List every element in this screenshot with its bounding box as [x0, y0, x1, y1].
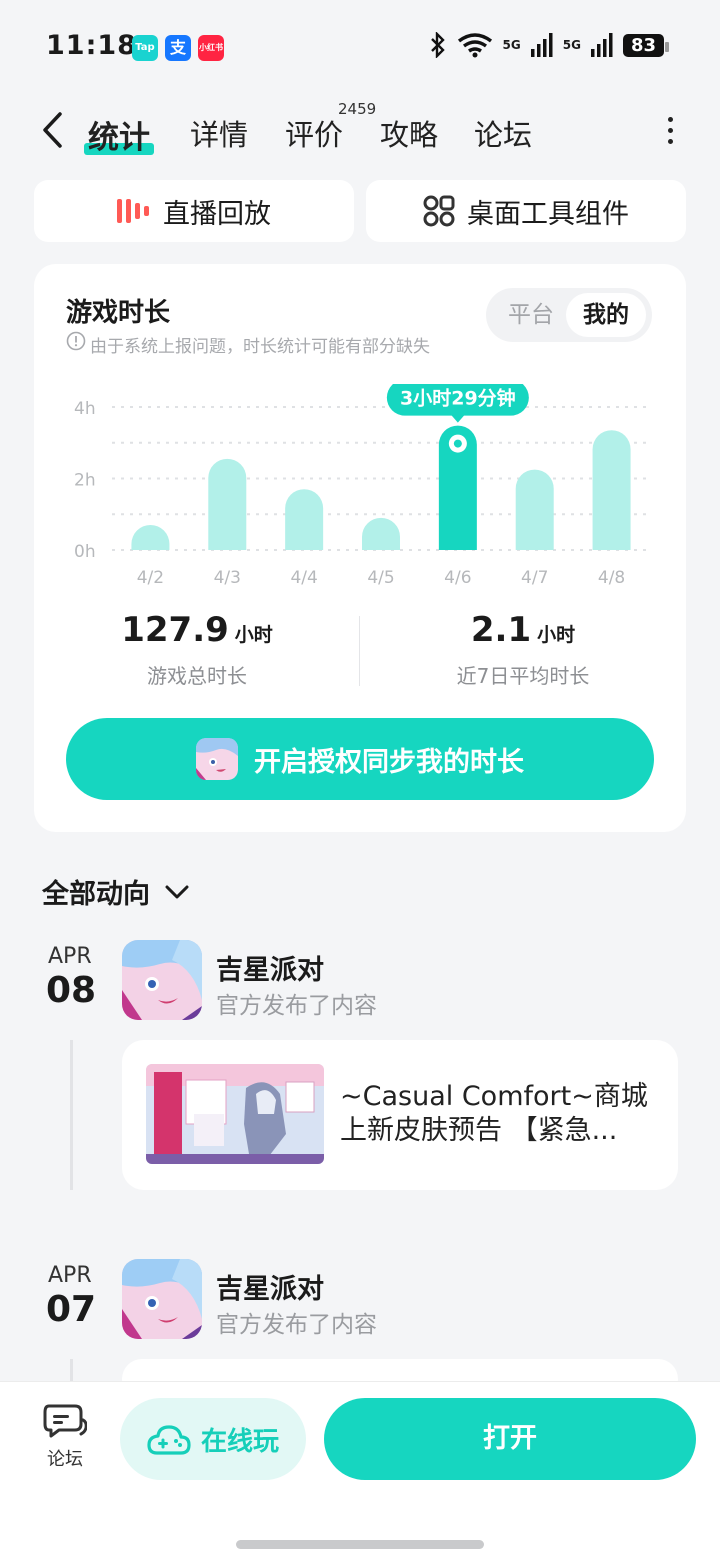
signal-icon-2 — [590, 33, 613, 57]
feed-day: 07 — [46, 1289, 97, 1330]
play-time-title: 游戏时长 — [66, 298, 171, 328]
chart-x-tick-label: 4/4 — [290, 568, 317, 588]
chart-bar — [515, 469, 554, 550]
chart-x-tick-label: 4/2 — [137, 568, 164, 588]
alipay-notification-icon: 支 — [165, 35, 191, 61]
data-missing-notice: 由于系统上报问题，时长统计可能有部分缺失 — [90, 337, 430, 357]
post-title: ~Casual Comfort~商城上新皮肤预告 【紧急... — [340, 1081, 648, 1146]
signal-icon-1 — [530, 33, 553, 57]
status-bar: 11:18 Tap 支 小红书 5G 5G 83 — [0, 0, 720, 90]
chart-bar — [285, 489, 324, 550]
chart-x-tick-label: 4/5 — [367, 568, 394, 588]
play-online-label: 在线玩 — [200, 1426, 279, 1457]
play-time-bar-chart: 0h 2h 4h 4/2 4/3 4/4 4/5 4/6 3小时29分钟 4/7 4/8 — [74, 384, 650, 588]
feed-description: 官方发布了内容 — [216, 993, 377, 1019]
chart-x-tick-label: 4/6 — [444, 568, 471, 588]
avg-play-time-stat: 2.1 小时 近7日平均时长 — [360, 610, 686, 689]
chart-y-tick-label: 0h — [74, 542, 96, 562]
desktop-widgets-label: 桌面工具组件 — [467, 198, 629, 230]
widgets-grid-icon — [423, 195, 455, 227]
game-avatar-icon[interactable] — [122, 940, 202, 1020]
avg-play-time-value: 2.1 — [470, 610, 532, 650]
play-time-card: 游戏时长 由于系统上报问题，时长统计可能有部分缺失 平台 我的 0h 2h 4h 4/… — [34, 264, 686, 832]
live-replay-label: 直播回放 — [163, 198, 271, 230]
chart-tooltip-label: 3小时29分钟 — [400, 387, 516, 410]
network-5g-label-1: 5G — [502, 38, 521, 52]
live-bars-icon — [117, 199, 149, 223]
chart-x-tick-label: 4/8 — [598, 568, 625, 588]
scope-toggle: 平台 我的 — [486, 288, 652, 342]
network-5g-label-2: 5G — [562, 38, 581, 52]
total-play-time-unit: 小时 — [234, 624, 273, 646]
home-indicator[interactable] — [236, 1540, 484, 1549]
game-avatar-icon — [196, 738, 238, 780]
total-play-time-stat: 127.9 小时 游戏总时长 — [34, 610, 360, 689]
cloud-gamepad-icon — [147, 1425, 191, 1455]
wifi-icon — [457, 33, 492, 58]
live-replay-button[interactable]: 直播回放 — [34, 180, 354, 242]
toggle-platform[interactable]: 平台 — [494, 293, 568, 337]
sync-playtime-label: 开启授权同步我的时长 — [254, 746, 524, 778]
chart-y-tick-label: 4h — [74, 399, 96, 419]
total-play-time-label: 游戏总时长 — [147, 664, 247, 688]
top-navigation: 统计 详情 评价 2459 攻略 论坛 — [0, 100, 720, 164]
desktop-widgets-button[interactable]: 桌面工具组件 — [366, 180, 686, 242]
chart-y-tick-label: 2h — [74, 471, 96, 491]
chart-bar — [592, 430, 631, 550]
toggle-mine[interactable]: 我的 — [566, 293, 646, 337]
status-time: 11:18 — [46, 30, 137, 61]
chart-x-tick-label: 4/3 — [214, 568, 241, 588]
chart-bar — [362, 517, 400, 550]
game-avatar-icon[interactable] — [122, 1259, 202, 1339]
avg-play-time-unit: 小时 — [537, 624, 576, 646]
bottom-action-bar: 论坛 在线玩 打开 — [0, 1381, 720, 1563]
tab-forum[interactable]: 论坛 — [474, 112, 532, 154]
tab-details[interactable]: 详情 — [190, 112, 248, 154]
avg-play-time-label: 近7日平均时长 — [456, 664, 590, 688]
total-play-time-value: 127.9 — [121, 610, 229, 650]
tab-reviews[interactable]: 评价 — [285, 112, 343, 154]
feed-month: APR — [48, 1263, 92, 1288]
info-icon — [66, 331, 86, 351]
review-count-badge: 2459 — [338, 100, 377, 118]
all-activity-label: 全部动向 — [42, 879, 150, 910]
post-thumbnail — [146, 1064, 324, 1164]
chart-tooltip-pointer — [450, 414, 465, 423]
all-activity-dropdown[interactable]: 全部动向 — [42, 872, 190, 911]
forum-chat-icon — [43, 1404, 88, 1438]
sync-playtime-button[interactable]: 开启授权同步我的时长 — [66, 718, 654, 800]
tab-guides[interactable]: 攻略 — [380, 112, 438, 154]
feed-game-name[interactable]: 吉星派对 — [216, 948, 324, 987]
open-game-button[interactable]: 打开 — [324, 1398, 696, 1480]
xiaohongshu-notification-icon: 小红书 — [198, 35, 224, 61]
feed-game-name[interactable]: 吉星派对 — [216, 1267, 324, 1306]
taptap-notification-icon: Tap — [132, 35, 158, 61]
feed-description: 官方发布了内容 — [216, 1312, 377, 1338]
forum-button[interactable]: 论坛 — [38, 1402, 92, 1471]
back-arrow-icon[interactable] — [38, 110, 68, 150]
timeline-line — [70, 1040, 73, 1190]
feed-month: APR — [48, 944, 92, 969]
chevron-down-icon — [165, 885, 189, 898]
feed-day: 08 — [46, 970, 97, 1011]
chart-x-tick-label: 4/7 — [521, 568, 548, 588]
forum-label: 论坛 — [47, 1449, 83, 1470]
feed-post-card[interactable]: ~Casual Comfort~商城上新皮肤预告 【紧急... — [122, 1040, 678, 1190]
chart-bar — [208, 458, 247, 550]
play-online-button[interactable]: 在线玩 — [120, 1398, 306, 1480]
chart-bar-marker-dot — [453, 439, 462, 448]
chart-bar — [131, 524, 170, 550]
tab-stats[interactable]: 统计 — [84, 112, 154, 157]
battery-indicator: 83 — [622, 33, 670, 57]
more-options-icon[interactable] — [660, 114, 680, 144]
bluetooth-icon — [430, 32, 445, 58]
